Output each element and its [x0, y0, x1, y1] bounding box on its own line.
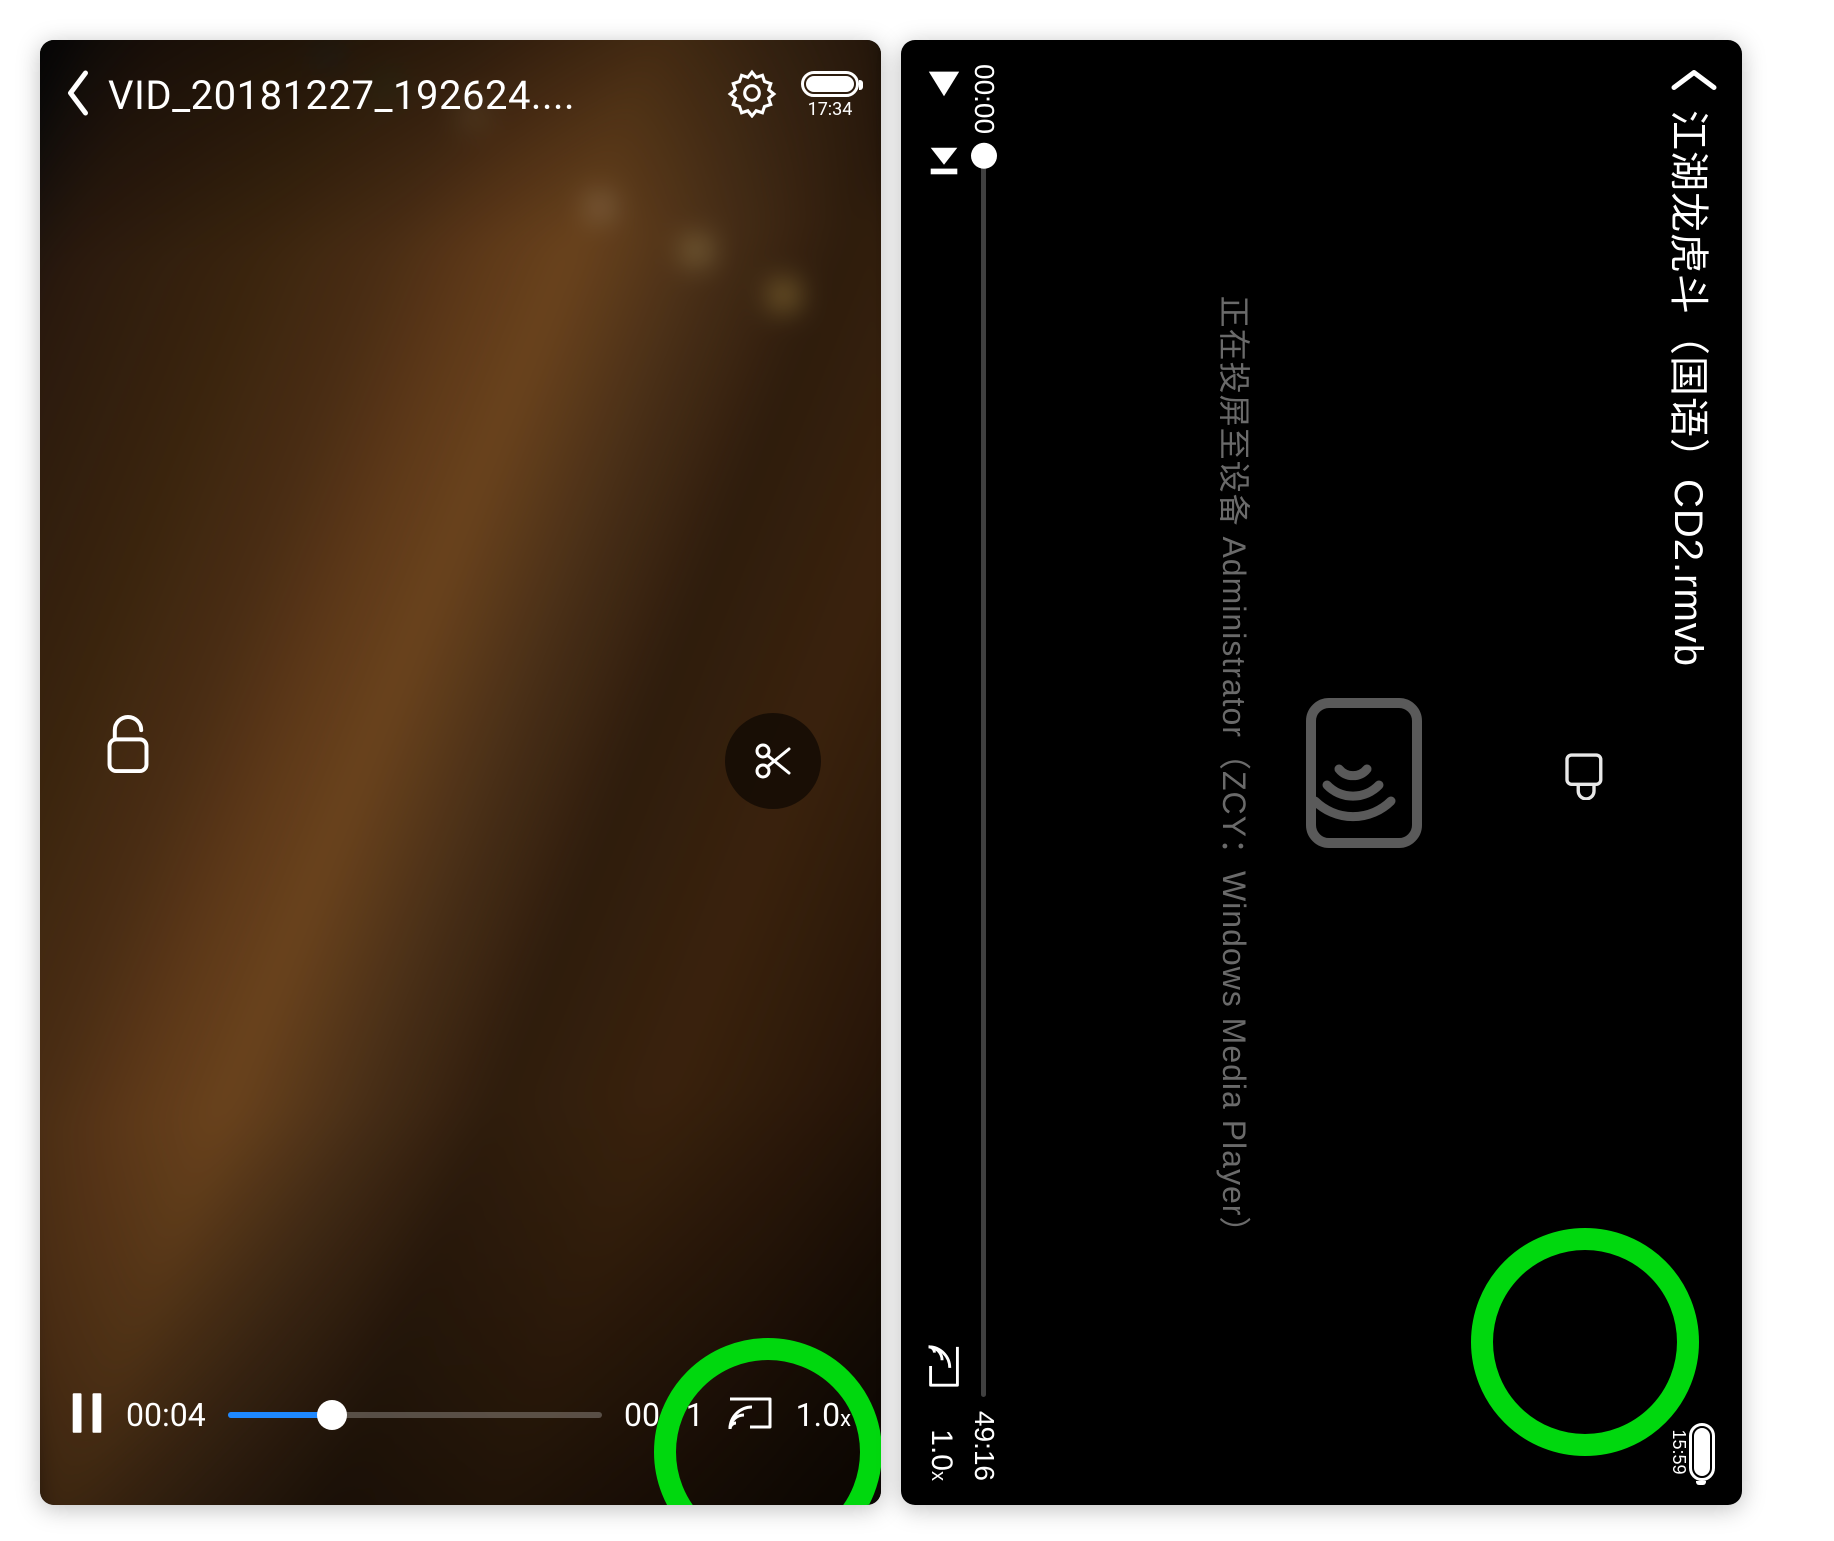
- back-icon[interactable]: [62, 68, 94, 122]
- gear-icon[interactable]: [727, 68, 777, 122]
- seek-row: 00:00 49:16: [968, 64, 1000, 1481]
- casting-icon: [1300, 693, 1430, 853]
- cast-icon[interactable]: [919, 1343, 964, 1389]
- bottom-bar: 00:04 00:11 1.0x: [40, 1335, 881, 1495]
- pause-button[interactable]: [70, 1391, 104, 1439]
- control-row: 1.0x: [919, 64, 964, 1481]
- battery-time: 15:59: [1669, 1429, 1690, 1474]
- bottom-bar-right: 00:00 49:16: [909, 40, 1000, 1505]
- progress-handle[interactable]: [971, 143, 997, 169]
- speed-value: 1.0: [796, 1396, 840, 1434]
- cast-status-text: 正在投屏至设备 Administrator（ZCY：Windows Media …: [1214, 296, 1260, 1250]
- battery-indicator: 15:59: [1669, 1423, 1716, 1481]
- phone-left: VID_20181227_192624.... 17:34: [40, 40, 881, 1505]
- top-bar-right: 江湖龙虎斗（国语）CD2.rmvb 15:59: [1642, 40, 1742, 1505]
- play-button[interactable]: [920, 64, 963, 102]
- video-title: 江湖龙虎斗（国语）CD2.rmvb: [1663, 110, 1721, 1409]
- speed-button[interactable]: 1.0x: [796, 1396, 851, 1434]
- total-time: 00:11: [624, 1396, 704, 1434]
- top-bar: VID_20181227_192624.... 17:34: [40, 40, 881, 150]
- current-time: 00:00: [968, 64, 1000, 134]
- mid-controls: [40, 713, 881, 809]
- speed-button[interactable]: 1.0x: [925, 1429, 959, 1481]
- speed-suffix: x: [840, 1407, 851, 1432]
- progress-bar[interactable]: [982, 148, 987, 1397]
- cast-status-area: 正在投屏至设备 Administrator（ZCY：Windows Media …: [1214, 40, 1430, 1505]
- cast-icon[interactable]: [726, 1392, 774, 1438]
- progress-bar[interactable]: [228, 1412, 602, 1418]
- scissors-icon: [749, 737, 797, 785]
- battery-indicator: 17:34: [801, 71, 859, 120]
- total-time: 49:16: [968, 1411, 1000, 1481]
- battery-time: 17:34: [808, 99, 853, 120]
- next-button[interactable]: [920, 142, 963, 180]
- current-time: 00:04: [126, 1396, 206, 1434]
- lock-icon[interactable]: [100, 713, 156, 809]
- phone-right: 江湖龙虎斗（国语）CD2.rmvb 15:59 正在投屏至设备 Administ…: [901, 40, 1742, 1505]
- back-icon[interactable]: [1665, 64, 1720, 96]
- video-title: VID_20181227_192624....: [108, 72, 713, 119]
- speed-suffix: x: [928, 1471, 950, 1481]
- screen-lock-icon[interactable]: [1553, 746, 1612, 800]
- progress-handle[interactable]: [317, 1400, 347, 1430]
- speed-value: 1.0: [926, 1429, 959, 1471]
- trim-button[interactable]: [725, 713, 821, 809]
